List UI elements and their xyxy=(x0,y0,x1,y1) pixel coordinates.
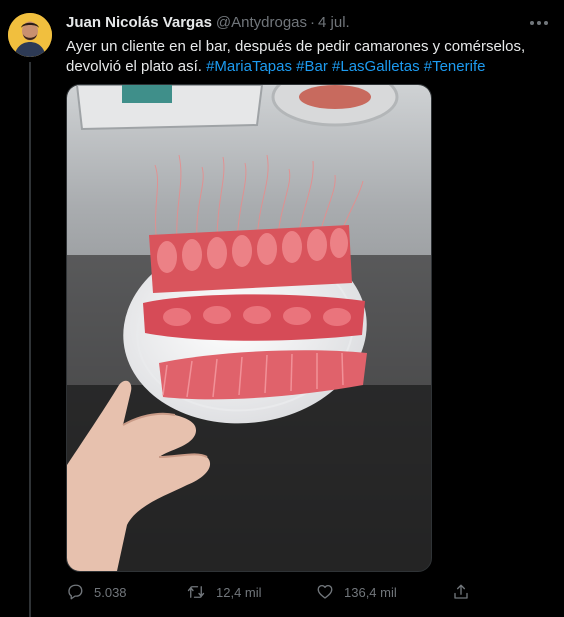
retweet-icon xyxy=(187,586,205,598)
more-options-button[interactable] xyxy=(524,12,554,34)
hashtag-lasgalletas[interactable]: #LasGalletas xyxy=(332,58,420,75)
hashtag-bar[interactable]: #Bar xyxy=(296,58,328,75)
tweet-text: Ayer un cliente en el bar, después de pe… xyxy=(66,37,536,77)
tweet[interactable]: Juan Nicolás Vargas @Antydrogas · 4 jul. Ay… xyxy=(0,0,564,617)
like-count: 136,4 mil xyxy=(344,584,397,600)
retweet-count: 12,4 mil xyxy=(216,584,262,600)
header-separator: · xyxy=(310,14,316,31)
tweet-header: Juan Nicolás Vargas @Antydrogas · 4 jul. xyxy=(66,14,350,32)
share-button[interactable] xyxy=(452,580,470,604)
shrimp-plate-photo xyxy=(67,85,431,571)
author-handle[interactable]: @Antydrogas xyxy=(216,14,307,31)
tweet-photo[interactable] xyxy=(66,84,432,572)
thread-line xyxy=(29,62,31,617)
avatar-image xyxy=(8,13,52,57)
like-button[interactable]: 136,4 mil xyxy=(316,580,397,604)
reply-count: 5.038 xyxy=(94,584,127,600)
heart-icon xyxy=(317,584,333,599)
retweet-button[interactable]: 12,4 mil xyxy=(186,580,262,604)
avatar[interactable] xyxy=(8,13,52,57)
hashtag-mariatapas[interactable]: #MariaTapas xyxy=(206,58,292,75)
more-icon xyxy=(530,21,548,25)
share-icon xyxy=(454,584,468,599)
reply-button[interactable]: 5.038 xyxy=(66,580,127,604)
reply-icon xyxy=(68,584,83,600)
hashtag-tenerife[interactable]: #Tenerife xyxy=(424,58,486,75)
author-name[interactable]: Juan Nicolás Vargas xyxy=(66,14,212,31)
tweet-date[interactable]: 4 jul. xyxy=(318,14,350,31)
tweet-actions: 5.038 12,4 mil 136,4 mil xyxy=(66,580,486,604)
